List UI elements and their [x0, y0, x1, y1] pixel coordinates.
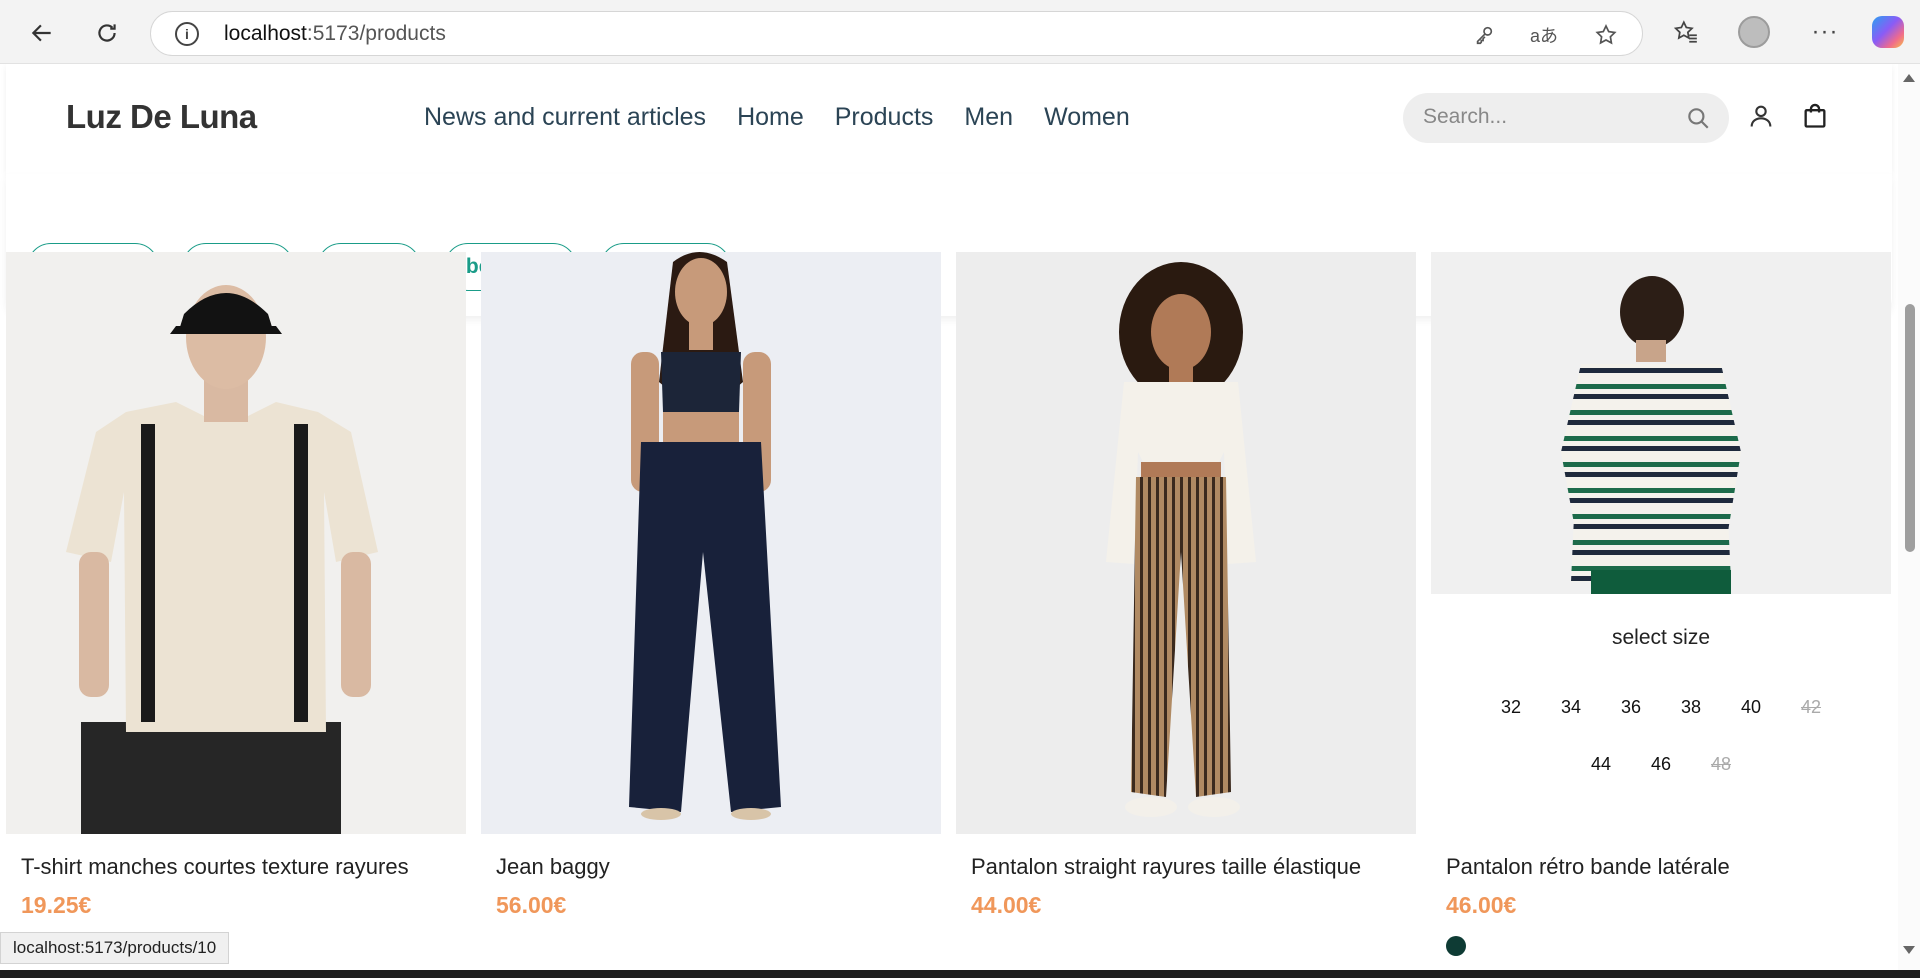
product-title[interactable]: Pantalon straight rayures taille élastiq…: [971, 854, 1361, 880]
color-swatch[interactable]: [1446, 936, 1466, 956]
size-option-unavailable: 42: [1800, 697, 1822, 717]
product-title[interactable]: Pantalon rétro bande latérale: [1446, 854, 1730, 880]
back-arrow-icon[interactable]: [22, 13, 62, 53]
product-price: 56.00€: [496, 892, 567, 918]
page-scrollbar[interactable]: [1898, 64, 1920, 978]
copilot-icon[interactable]: [1868, 12, 1908, 52]
scrollbar-thumb[interactable]: [1905, 304, 1915, 552]
size-selector-title: select size: [1611, 626, 1711, 649]
nav-home[interactable]: Home: [737, 103, 804, 132]
size-option[interactable]: 40: [1721, 697, 1781, 718]
key-icon[interactable]: [1469, 20, 1499, 50]
product-image[interactable]: [956, 252, 1416, 834]
search-box: [1403, 93, 1729, 143]
more-options-icon[interactable]: ···: [1805, 12, 1845, 52]
product-price: 44.00€: [971, 892, 1042, 918]
product-image[interactable]: select size 32 34 36 38 40 42 44 46 48: [1431, 252, 1891, 834]
star-icon[interactable]: [1591, 20, 1621, 50]
size-option-unavailable: 48: [1710, 754, 1732, 774]
product-price: 19.25€: [21, 892, 92, 918]
search-icon[interactable]: [1685, 105, 1711, 131]
reload-icon[interactable]: [87, 13, 127, 53]
product-image[interactable]: [6, 252, 466, 834]
product-image[interactable]: [481, 252, 941, 834]
site-header: Luz De Luna News and current articles Ho…: [6, 64, 1892, 174]
link-status-bar: localhost:5173/products/10: [0, 932, 230, 964]
size-option[interactable]: 38: [1661, 697, 1721, 718]
size-option[interactable]: 32: [1481, 697, 1541, 718]
product-title[interactable]: Jean baggy: [496, 854, 610, 880]
page: Luz De Luna News and current articles Ho…: [0, 64, 1920, 978]
url-text: localhost:5173/products: [224, 22, 446, 45]
product-price: 46.00€: [1446, 892, 1517, 918]
favorites-icon[interactable]: [1666, 12, 1706, 52]
size-option[interactable]: 36: [1601, 697, 1661, 718]
user-icon[interactable]: [1743, 98, 1779, 134]
profile-avatar[interactable]: [1734, 12, 1774, 52]
size-option[interactable]: 34: [1541, 697, 1601, 718]
scroll-down-arrow-icon[interactable]: [1903, 946, 1915, 954]
browser-toolbar: i localhost:5173/products aあ ···: [0, 0, 1920, 64]
size-selector-panel: select size 32 34 36 38 40 42 44 46 48: [1431, 594, 1891, 834]
size-option[interactable]: 46: [1631, 754, 1691, 775]
size-options: 32 34 36 38 40 42 44 46 48: [1461, 697, 1861, 775]
main-nav: News and current articles Home Products …: [424, 103, 1130, 132]
scroll-up-arrow-icon[interactable]: [1903, 74, 1915, 82]
product-title[interactable]: T-shirt manches courtes texture rayures: [21, 854, 409, 880]
site-info-icon[interactable]: i: [175, 22, 199, 46]
address-bar[interactable]: i localhost:5173/products aあ: [150, 11, 1643, 56]
nav-women[interactable]: Women: [1044, 103, 1130, 132]
search-input[interactable]: [1423, 105, 1673, 129]
taskbar-strip: [0, 970, 1920, 978]
nav-men[interactable]: Men: [964, 103, 1013, 132]
nav-news[interactable]: News and current articles: [424, 103, 706, 132]
site-logo[interactable]: Luz De Luna: [66, 98, 257, 136]
translate-icon[interactable]: aあ: [1529, 20, 1559, 50]
size-option[interactable]: 44: [1571, 754, 1631, 775]
shopping-bag-icon[interactable]: [1797, 98, 1833, 134]
nav-products[interactable]: Products: [835, 103, 934, 132]
